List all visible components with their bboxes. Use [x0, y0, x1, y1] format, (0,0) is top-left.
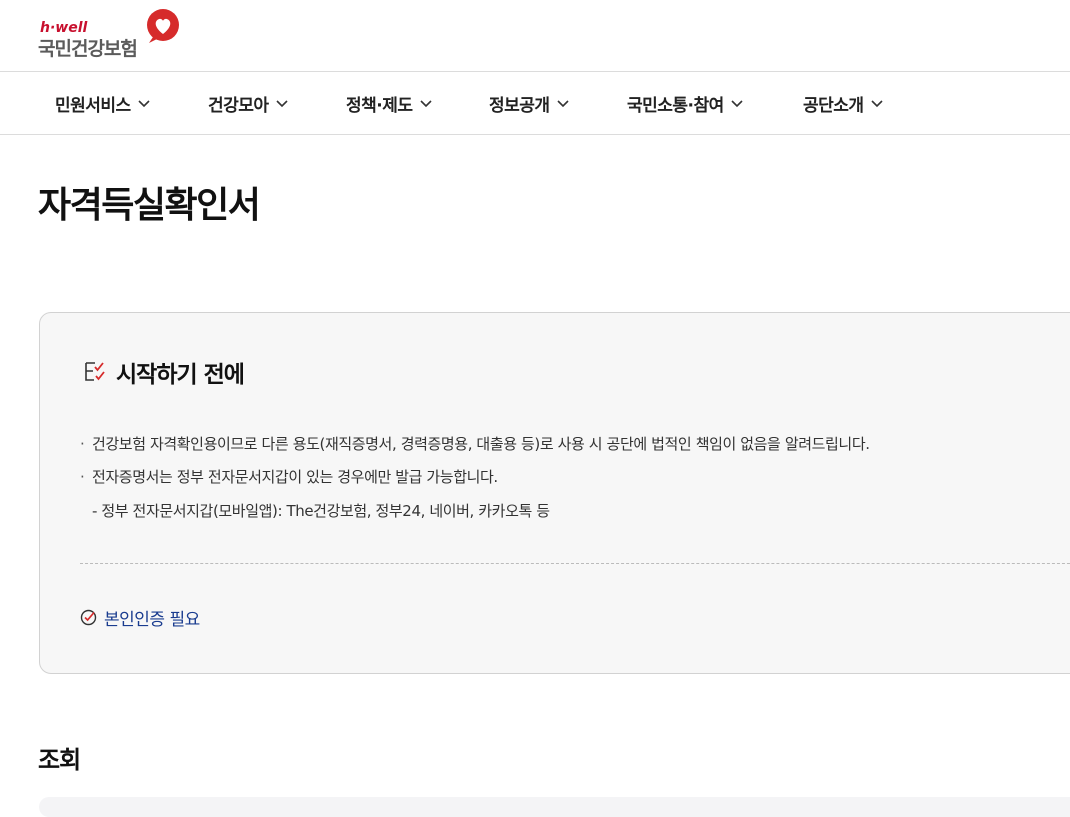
- nav-label: 건강모아: [208, 95, 269, 116]
- nav-item-health-moa[interactable]: 건강모아: [208, 72, 289, 134]
- nav-label: 국민소통·참여: [627, 95, 724, 116]
- notice-sub-item: - 정부 전자문서지갑(모바일앱): The건강보험, 정부24, 네이버, 카…: [92, 500, 550, 521]
- site-header: h·well 국민건강보험: [0, 0, 1070, 72]
- chevron-down-icon: [870, 100, 883, 108]
- nav-item-info-disclosure[interactable]: 정보공개: [489, 72, 570, 134]
- before-start-title: 시작하기 전에: [116, 362, 245, 388]
- nav-item-policy[interactable]: 정책·제도: [346, 72, 433, 134]
- notice-text: 전자증명서는 정부 전자문서지갑이 있는 경우에만 발급 가능합니다.: [92, 468, 498, 486]
- before-start-header: 시작하기 전에: [82, 355, 245, 389]
- logo-title: 국민건강보험: [38, 38, 138, 60]
- notice-item: · 전자증명서는 정부 전자문서지갑이 있는 경우에만 발급 가능합니다.: [80, 466, 498, 487]
- inquiry-box: [39, 797, 1070, 817]
- global-nav: 민원서비스 건강모아 정책·제도 정보공개 국민소통·참여 공단소개: [0, 72, 1070, 135]
- heart-icon: [147, 9, 179, 43]
- notice-item: · 건강보험 자격확인용이므로 다른 용도(재직증명서, 경력증명용, 대출용 등…: [80, 433, 870, 454]
- chevron-down-icon: [556, 100, 569, 108]
- check-circle-icon: [80, 609, 97, 626]
- bullet: ·: [80, 435, 85, 453]
- page-title: 자격득실확인서: [38, 185, 261, 226]
- nav-label: 정책·제도: [346, 95, 413, 116]
- nhis-logo[interactable]: h·well 국민건강보험: [38, 8, 188, 64]
- nav-label: 정보공개: [489, 95, 550, 116]
- inquiry-section-title: 조회: [38, 746, 81, 774]
- before-start-box: 시작하기 전에 · 건강보험 자격확인용이므로 다른 용도(재직증명서, 경력증명…: [39, 312, 1070, 674]
- dashed-divider: [80, 563, 1070, 564]
- nav-label: 민원서비스: [55, 95, 131, 116]
- nav-item-about[interactable]: 공단소개: [803, 72, 884, 134]
- bullet: ·: [80, 468, 85, 486]
- identity-verification-required: 본인인증 필요: [80, 605, 200, 630]
- auth-required-label: 본인인증 필요: [104, 610, 200, 630]
- chevron-down-icon: [138, 100, 150, 108]
- nav-label: 공단소개: [803, 95, 864, 116]
- nav-item-participation[interactable]: 국민소통·참여: [627, 72, 744, 134]
- notice-text: 건강보험 자격확인용이므로 다른 용도(재직증명서, 경력증명용, 대출용 등)…: [92, 435, 870, 453]
- chevron-down-icon: [275, 100, 288, 108]
- notice-sub-text: - 정부 전자문서지갑(모바일앱): The건강보험, 정부24, 네이버, 카…: [92, 502, 550, 520]
- chevron-down-icon: [419, 100, 432, 108]
- nav-item-civil-service[interactable]: 민원서비스: [55, 72, 151, 134]
- checklist-icon: [85, 362, 105, 381]
- chevron-down-icon: [731, 100, 743, 108]
